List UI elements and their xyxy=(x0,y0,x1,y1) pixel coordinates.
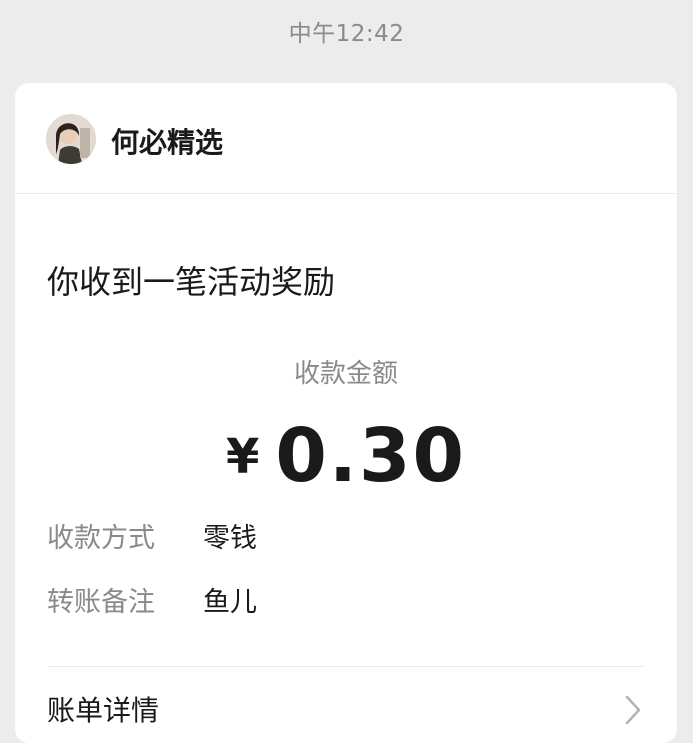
currency-symbol: ¥ xyxy=(226,429,260,485)
detail-row-transfer-note: 转账备注 鱼儿 xyxy=(47,580,257,618)
sender-avatar[interactable] xyxy=(46,114,96,164)
bill-details-label: 账单详情 xyxy=(47,694,160,727)
avatar-photo-icon xyxy=(46,114,96,164)
amount-value: 0.30 xyxy=(275,413,466,499)
amount-label: 收款金额 xyxy=(293,359,398,389)
detail-label: 收款方式 xyxy=(47,523,155,554)
detail-value: 鱼儿 xyxy=(203,587,257,618)
detail-label: 转账备注 xyxy=(47,587,155,618)
card-title: 你收到一笔活动奖励 xyxy=(47,263,336,301)
sender-name: 何必精选 xyxy=(111,126,224,159)
divider xyxy=(47,666,645,667)
card-header[interactable]: 何必精选 xyxy=(15,83,677,194)
message-timestamp: 中午12:42 xyxy=(288,21,405,47)
detail-value: 零钱 xyxy=(203,523,257,554)
bill-details-link[interactable]: 账单详情 xyxy=(15,683,677,743)
payment-message-card[interactable]: 何必精选 你收到一笔活动奖励 收款金额 ¥0.30 收款方式 零钱 转账备注 鱼儿 … xyxy=(15,83,677,743)
chevron-right-icon xyxy=(625,695,641,725)
amount-display: ¥0.30 xyxy=(15,413,677,499)
detail-row-payment-method: 收款方式 零钱 xyxy=(47,516,257,554)
